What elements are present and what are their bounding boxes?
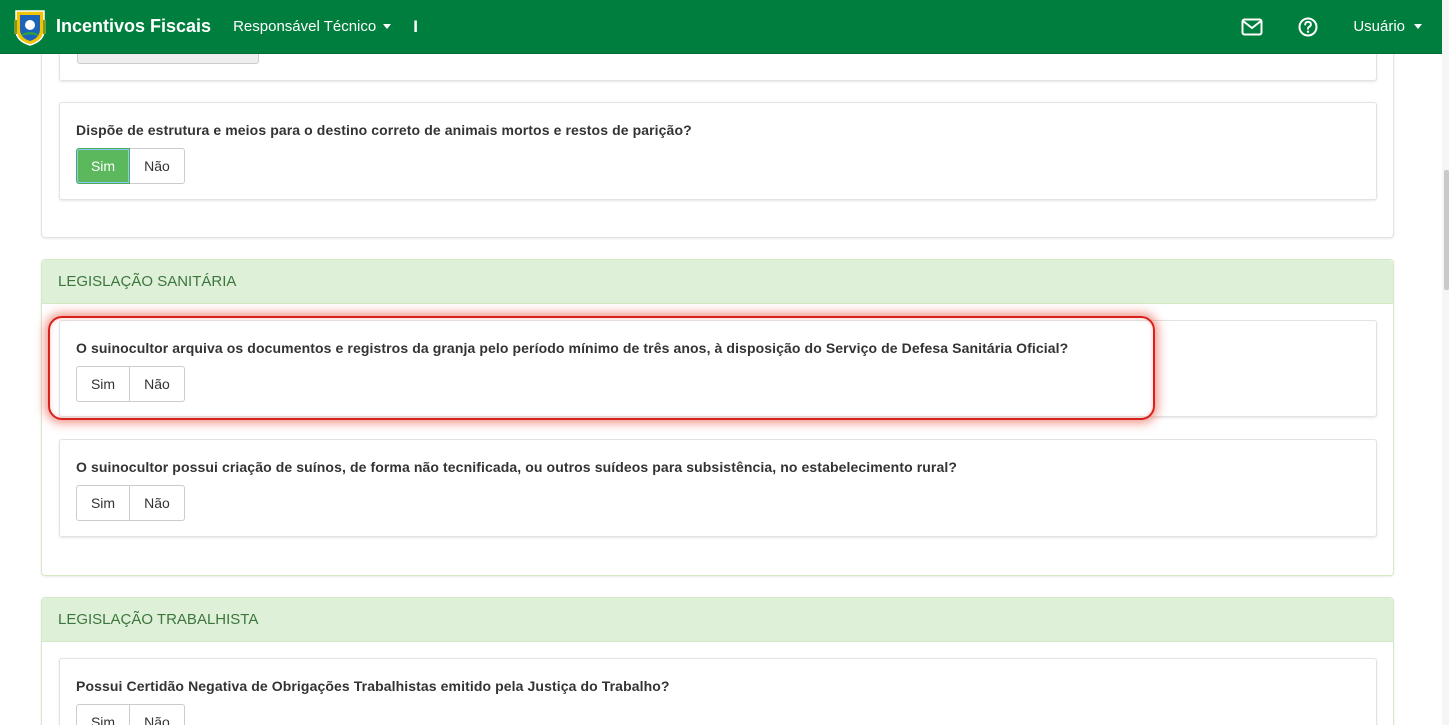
panel-title: LEGISLAÇÃO SANITÁRIA: [42, 260, 1393, 304]
question-card: Dispõe de estrutura e meios para o desti…: [59, 102, 1377, 200]
question-card: Possui Certidão Negativa de Obrigações T…: [59, 658, 1377, 725]
question-text: O suinocultor possui criação de suínos, …: [76, 459, 958, 475]
panel-title: LEGISLAÇÃO TRABALHISTA: [42, 598, 1393, 642]
top-navbar: Incentivos Fiscais Responsável Técnico I…: [0, 0, 1442, 54]
question-text: Possui Certidão Negativa de Obrigações T…: [76, 678, 670, 694]
chevron-down-icon: [1414, 24, 1422, 29]
question-text: O suinocultor arquiva os documentos e re…: [76, 340, 1069, 356]
state-coat-of-arms-icon[interactable]: [13, 8, 47, 46]
mail-icon[interactable]: [1241, 16, 1263, 38]
yes-button[interactable]: Sim: [76, 485, 130, 521]
page-scrollbar[interactable]: [1442, 0, 1449, 725]
user-menu-dropdown[interactable]: Usuário: [1353, 18, 1422, 35]
responsavel-tecnico-label: Responsável Técnico: [233, 18, 377, 35]
scrollbar-thumb[interactable]: [1444, 170, 1449, 290]
yes-no-toggle: Sim Não: [76, 485, 185, 521]
chevron-down-icon: [383, 24, 392, 29]
legislacao-trabalhista-panel: LEGISLAÇÃO TRABALHISTA Possui Certidão N…: [41, 597, 1394, 725]
no-button[interactable]: Não: [130, 366, 185, 402]
responsavel-tecnico-dropdown[interactable]: Responsável Técnico: [233, 18, 392, 35]
help-icon[interactable]: [1297, 16, 1319, 38]
navbar-right: Usuário: [1241, 0, 1442, 53]
yes-no-toggle: Sim Não: [76, 366, 185, 402]
yes-button[interactable]: Sim: [76, 366, 130, 402]
user-menu-label: Usuário: [1353, 18, 1405, 35]
question-text: Dispõe de estrutura e meios para o desti…: [76, 122, 692, 138]
yes-button[interactable]: Sim: [76, 148, 130, 184]
no-button[interactable]: Não: [130, 485, 185, 521]
no-button[interactable]: Não: [130, 148, 185, 184]
legislacao-sanitaria-panel: LEGISLAÇÃO SANITÁRIA O suinocultor arqui…: [41, 259, 1394, 576]
question-card: O suinocultor possui criação de suínos, …: [59, 439, 1377, 537]
app-brand-title[interactable]: Incentivos Fiscais: [56, 16, 211, 37]
no-button[interactable]: Não: [130, 704, 185, 725]
yes-no-toggle: Sim Não: [76, 704, 185, 725]
question-card: O suinocultor arquiva os documentos e re…: [59, 320, 1377, 417]
nav-separator: I: [413, 16, 418, 36]
yes-button[interactable]: Sim: [76, 704, 130, 725]
yes-no-toggle: Sim Não: [76, 148, 185, 184]
